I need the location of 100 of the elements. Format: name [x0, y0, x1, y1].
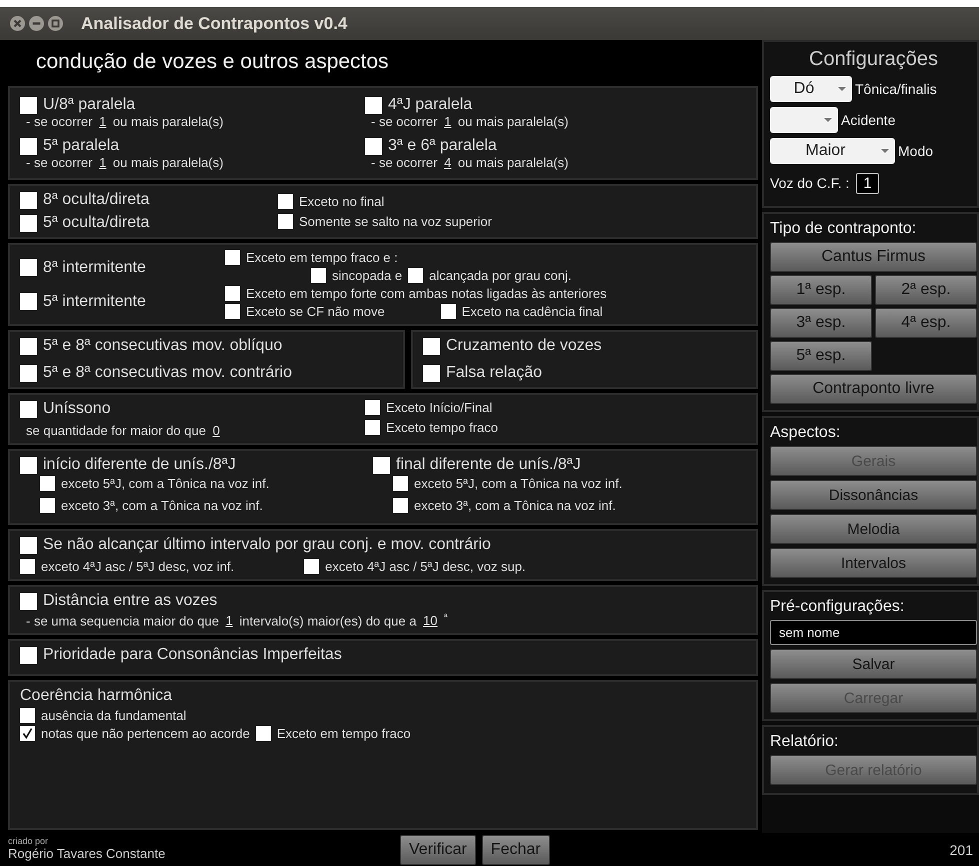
checkbox[interactable]: [20, 559, 35, 574]
checkbox[interactable]: [393, 476, 408, 491]
checkbox[interactable]: [225, 250, 240, 265]
checkbox-label[interactable]: Distância entre as vozes: [43, 592, 218, 610]
checkbox-label[interactable]: 8ª intermitente: [43, 258, 146, 276]
number-field[interactable]: 4: [441, 155, 454, 170]
checkbox-label[interactable]: 5ª intermitente: [43, 292, 146, 310]
checkbox-label[interactable]: ausência da fundamental: [41, 708, 186, 723]
input-field[interactable]: sem nome: [770, 620, 977, 645]
button[interactable]: Intervalos: [770, 548, 977, 578]
checkbox[interactable]: [393, 498, 408, 513]
checkbox-label[interactable]: Prioridade para Consonâncias Imperfeitas: [43, 646, 342, 664]
checkbox[interactable]: [423, 364, 440, 382]
checkbox[interactable]: [40, 498, 55, 513]
checkbox-label[interactable]: exceto 3ª, com a Tônica na voz inf.: [414, 498, 616, 513]
checkbox-label[interactable]: 4ªJ paralela: [388, 96, 472, 114]
checkbox[interactable]: [365, 420, 380, 435]
checkbox[interactable]: [423, 338, 440, 354]
checkbox[interactable]: [365, 96, 382, 114]
checkbox[interactable]: [365, 400, 380, 415]
checkbox[interactable]: [20, 726, 35, 741]
number-field[interactable]: 1: [441, 114, 454, 129]
checkbox-label[interactable]: Exceto em tempo forte com ambas notas ligadas às anteriores: [246, 286, 607, 301]
number-field[interactable]: 0: [210, 423, 223, 438]
dropdown[interactable]: Maior: [770, 138, 895, 164]
checkbox[interactable]: [20, 293, 37, 310]
maximize-icon[interactable]: [48, 16, 63, 31]
checkbox-label[interactable]: exceto 5ªJ, com a Tônica na voz inf.: [61, 476, 270, 491]
button[interactable]: Fechar: [482, 834, 550, 864]
checkbox-label[interactable]: 5ª oculta/direta: [43, 214, 150, 232]
checkbox[interactable]: [40, 476, 55, 491]
checkbox-label[interactable]: 8ª oculta/direta: [43, 191, 150, 209]
checkbox[interactable]: [365, 138, 382, 154]
checkbox[interactable]: [408, 268, 424, 283]
checkbox[interactable]: [256, 726, 271, 741]
checkbox[interactable]: [20, 364, 37, 382]
checkbox-label[interactable]: alcançada por grau conj.: [429, 268, 572, 283]
checkbox-label[interactable]: final diferente de unís./8ªJ: [396, 456, 581, 474]
number-field[interactable]: 1: [222, 613, 236, 628]
checkbox-label[interactable]: U/8ª paralela: [43, 96, 136, 114]
input-field[interactable]: 1: [856, 172, 879, 194]
close-icon[interactable]: [10, 16, 25, 31]
checkbox[interactable]: [278, 214, 293, 229]
minimize-icon[interactable]: [29, 16, 44, 31]
checkbox[interactable]: [20, 138, 37, 154]
checkbox-label[interactable]: início diferente de unís./8ªJ: [43, 456, 236, 474]
checkbox[interactable]: [304, 559, 320, 574]
checkbox-label[interactable]: Exceto Início/Final: [386, 400, 492, 415]
checkbox-label[interactable]: Exceto no final: [299, 194, 384, 209]
checkbox-label[interactable]: 5ª paralela: [43, 137, 120, 155]
button[interactable]: 3ª esp.: [770, 308, 872, 338]
checkbox-label[interactable]: Exceto na cadência final: [462, 304, 603, 319]
checkbox-label[interactable]: Se não alcançar último intervalo por grau conj. e mov. contrário: [43, 536, 491, 554]
button[interactable]: 2ª esp.: [875, 275, 977, 305]
dropdown[interactable]: Dó: [770, 76, 852, 102]
button[interactable]: Cantus Firmus: [770, 242, 977, 272]
button[interactable]: Melodia: [770, 514, 977, 544]
checkbox[interactable]: [440, 304, 456, 319]
checkbox-label[interactable]: Exceto se CF não move: [246, 304, 385, 319]
checkbox[interactable]: [20, 96, 37, 114]
checkbox-label[interactable]: Cruzamento de vozes: [446, 337, 602, 355]
checkbox[interactable]: [20, 536, 37, 554]
checkbox-label[interactable]: 5ª e 8ª consecutivas mov. contrário: [43, 364, 292, 382]
checkbox-label[interactable]: exceto 4ªJ asc / 5ªJ desc, voz inf.: [41, 559, 234, 574]
checkbox[interactable]: [20, 708, 35, 723]
checkbox-label[interactable]: exceto 3ª, com a Tônica na voz inf.: [61, 498, 263, 513]
checkbox-label[interactable]: Exceto tempo fraco: [386, 420, 498, 435]
checkbox[interactable]: [20, 259, 37, 276]
button[interactable]: Dissonâncias: [770, 480, 977, 510]
button[interactable]: 5ª esp.: [770, 341, 872, 371]
button[interactable]: Salvar: [770, 649, 977, 679]
checkbox[interactable]: [225, 286, 240, 301]
checkbox[interactable]: [20, 192, 37, 208]
checkbox-label[interactable]: notas que não pertencem ao acorde: [41, 726, 250, 741]
checkbox[interactable]: [20, 214, 37, 232]
checkbox[interactable]: [20, 592, 37, 610]
checkbox[interactable]: [373, 456, 390, 474]
checkbox-label[interactable]: 5ª e 8ª consecutivas mov. oblíquo: [43, 337, 282, 355]
checkbox-label[interactable]: Falsa relação: [446, 364, 542, 382]
button[interactable]: 4ª esp.: [875, 308, 977, 338]
number-field[interactable]: 1: [96, 155, 110, 170]
checkbox[interactable]: [20, 338, 37, 354]
checkbox-label[interactable]: Somente se salto na voz superior: [299, 214, 492, 229]
checkbox-label[interactable]: Uníssono: [43, 400, 111, 418]
checkbox-label[interactable]: sincopada e: [332, 268, 402, 283]
checkbox-label[interactable]: Exceto em tempo fraco e :: [246, 250, 398, 265]
checkbox-label[interactable]: 3ª e 6ª paralela: [388, 137, 497, 155]
checkbox[interactable]: [311, 268, 326, 283]
checkbox-label[interactable]: exceto 5ªJ, com a Tônica na voz inf.: [414, 476, 622, 491]
button[interactable]: Verificar: [400, 834, 476, 864]
number-field[interactable]: 1: [96, 114, 110, 129]
checkbox-label[interactable]: Exceto em tempo fraco: [276, 726, 411, 741]
checkbox[interactable]: [225, 304, 240, 319]
checkbox-label[interactable]: exceto 4ªJ asc / 5ªJ desc, voz sup.: [325, 559, 526, 574]
checkbox[interactable]: [20, 646, 37, 664]
number-field[interactable]: 10: [420, 613, 441, 628]
checkbox[interactable]: [20, 456, 37, 474]
button[interactable]: 1ª esp.: [770, 275, 872, 305]
button[interactable]: Contraponto livre: [770, 374, 977, 404]
checkbox[interactable]: [20, 400, 37, 418]
